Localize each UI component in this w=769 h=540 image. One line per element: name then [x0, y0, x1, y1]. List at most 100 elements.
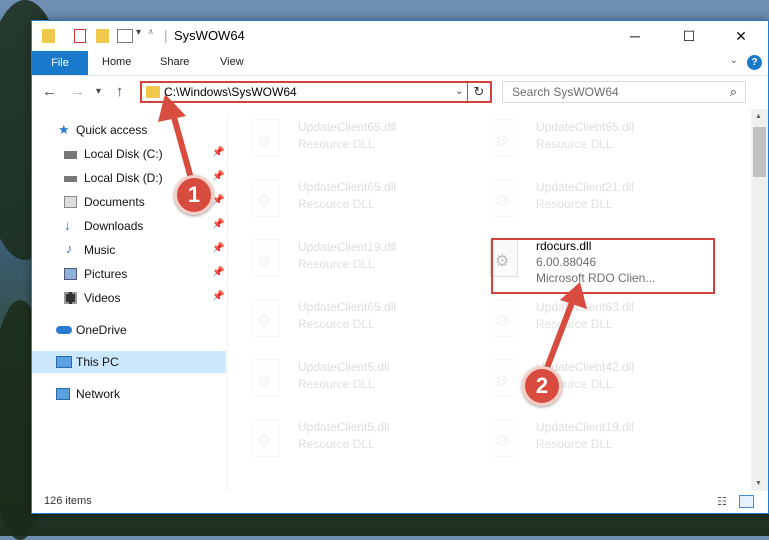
pin-icon[interactable]: 📌 [212, 147, 224, 158]
sidebar-item-label: Pictures [84, 267, 128, 281]
sidebar-item-label: Local Disk (C:) [84, 147, 163, 161]
drive-icon [64, 176, 77, 182]
sidebar-item-music[interactable]: ♪ Music 📌 [32, 239, 226, 261]
file-item[interactable]: UpdateClient19.dll Resource DLL [466, 413, 696, 467]
sidebar-item-label: Music [84, 243, 116, 257]
refresh-button[interactable]: ↻ [467, 82, 490, 102]
sidebar-item-label: Downloads [84, 219, 144, 233]
pin-icon[interactable]: 📌 [212, 291, 224, 302]
sidebar-item-onedrive[interactable]: OneDrive [32, 319, 226, 341]
tab-view[interactable]: View [220, 56, 244, 68]
cloud-icon [56, 326, 72, 334]
pin-icon[interactable]: 📌 [212, 243, 224, 254]
details-view-icon[interactable]: ☷ [717, 495, 732, 508]
folder-icon [42, 29, 55, 43]
sidebar-item-downloads[interactable]: ↓ Downloads 📌 [32, 215, 226, 237]
vertical-scrollbar[interactable]: ▲ ▼ [751, 109, 768, 491]
sidebar-item-network[interactable]: Network [32, 383, 226, 405]
sidebar-item-label: OneDrive [76, 323, 127, 337]
network-icon [56, 388, 70, 400]
file-description: Resource DLL [298, 437, 375, 451]
close-button[interactable]: ✕ [718, 21, 764, 51]
file-item[interactable]: UpdateClient5.dll Resource DLL [228, 413, 458, 467]
dll-file-icon [490, 119, 518, 157]
scroll-down-icon[interactable]: ▼ [755, 480, 762, 487]
file-item[interactable]: UpdateClient19.dll Resource DLL [228, 233, 458, 287]
customize-toolbar-icon[interactable]: ⩡ [148, 27, 154, 41]
videos-icon [64, 292, 77, 304]
sidebar-item-label: Quick access [76, 123, 148, 137]
file-description: Resource DLL [536, 317, 613, 331]
file-name: UpdateClient65.dll [298, 180, 397, 194]
window-title: SysWOW64 [174, 28, 245, 43]
dll-file-icon [252, 359, 280, 397]
file-item[interactable]: UpdateClient5.dll Resource DLL [228, 353, 458, 407]
file-description: Resource DLL [536, 137, 613, 151]
maximize-button[interactable]: ☐ [666, 21, 712, 51]
file-description: Resource DLL [298, 137, 375, 151]
scrollbar-thumb[interactable] [753, 127, 766, 177]
dll-file-icon [490, 359, 518, 397]
tab-home[interactable]: Home [102, 56, 131, 68]
file-description: Resource DLL [298, 317, 375, 331]
file-name: UpdateClient65.dll [536, 120, 635, 134]
ribbon: File Home Share View ⌄ ? [32, 51, 768, 76]
music-icon: ♪ [66, 241, 73, 256]
scroll-up-icon[interactable]: ▲ [755, 113, 762, 120]
recent-locations-icon[interactable]: ▾ [96, 86, 101, 97]
file-item[interactable]: UpdateClient65.dll Resource DLL [228, 113, 458, 167]
address-bar[interactable]: C:\Windows\SysWOW64 ⌄ ↻ [140, 81, 492, 103]
star-icon: ★ [58, 122, 70, 137]
minimize-button[interactable]: ─ [612, 21, 658, 51]
sidebar-item-this-pc[interactable]: This PC [32, 351, 226, 373]
chevron-down-icon[interactable]: ⌄ [455, 84, 464, 97]
sidebar-item-pictures[interactable]: Pictures 📌 [32, 263, 226, 285]
address-path[interactable]: C:\Windows\SysWOW64 [164, 85, 297, 99]
sidebar-item-quick-access[interactable]: ★ Quick access [32, 119, 226, 141]
file-item[interactable]: UpdateClient65.dll Resource DLL [466, 113, 696, 167]
search-placeholder: Search SysWOW64 [512, 85, 619, 99]
file-description: Resource DLL [298, 257, 375, 271]
folder-icon [146, 86, 160, 98]
file-item[interactable]: UpdateClient65.dll Resource DLL [228, 173, 458, 227]
sidebar-item-videos[interactable]: Videos 📌 [32, 287, 226, 309]
file-item[interactable]: UpdateClient21.dll Resource DLL [466, 173, 696, 227]
pin-icon[interactable]: 📌 [212, 171, 224, 182]
up-button[interactable]: ↑ [116, 83, 124, 100]
file-item[interactable]: UpdateClient65.dll Resource DLL [228, 293, 458, 347]
file-item[interactable]: UpdateClient63.dll Resource DLL [466, 293, 696, 347]
file-name: UpdateClient63.dll [536, 300, 635, 314]
help-icon[interactable]: ? [747, 55, 762, 70]
properties-icon[interactable] [74, 29, 86, 43]
dll-file-icon [252, 299, 280, 337]
sidebar-item-label: Documents [84, 195, 145, 209]
dll-file-icon [252, 239, 280, 277]
step-1-badge: 1 [174, 175, 214, 215]
dll-file-icon [252, 119, 280, 157]
chevron-down-icon[interactable]: ▾ [136, 27, 141, 41]
sidebar-item-label: This PC [76, 355, 119, 369]
file-description: Resource DLL [298, 377, 375, 391]
dll-file-icon [490, 299, 518, 337]
large-icons-view-icon[interactable] [739, 495, 754, 508]
tab-share[interactable]: Share [160, 56, 189, 68]
dll-file-icon [252, 419, 280, 457]
tab-file[interactable]: File [32, 51, 88, 75]
new-folder-icon[interactable] [96, 29, 109, 43]
pin-icon[interactable]: 📌 [212, 267, 224, 278]
sidebar-item-local-disk-c[interactable]: Local Disk (C:) 📌 [32, 143, 226, 165]
item-count: 126 items [44, 495, 92, 507]
file-description: Resource DLL [536, 437, 613, 451]
download-icon: ↓ [64, 217, 71, 233]
file-name: UpdateClient5.dll [298, 420, 390, 434]
view-options-icon[interactable] [117, 29, 133, 43]
back-button[interactable]: ← [42, 83, 57, 100]
pin-icon[interactable]: 📌 [212, 219, 224, 230]
expand-ribbon-icon[interactable]: ⌄ [730, 55, 738, 66]
file-item[interactable]: UpdateClient42.dll Resource DLL [466, 353, 696, 407]
search-input[interactable]: Search SysWOW64 ⌕ [502, 81, 746, 103]
search-icon[interactable]: ⌕ [730, 84, 737, 100]
sidebar-item-label: Local Disk (D:) [84, 171, 163, 185]
title-separator: | [164, 27, 168, 43]
forward-button[interactable]: → [70, 83, 85, 100]
